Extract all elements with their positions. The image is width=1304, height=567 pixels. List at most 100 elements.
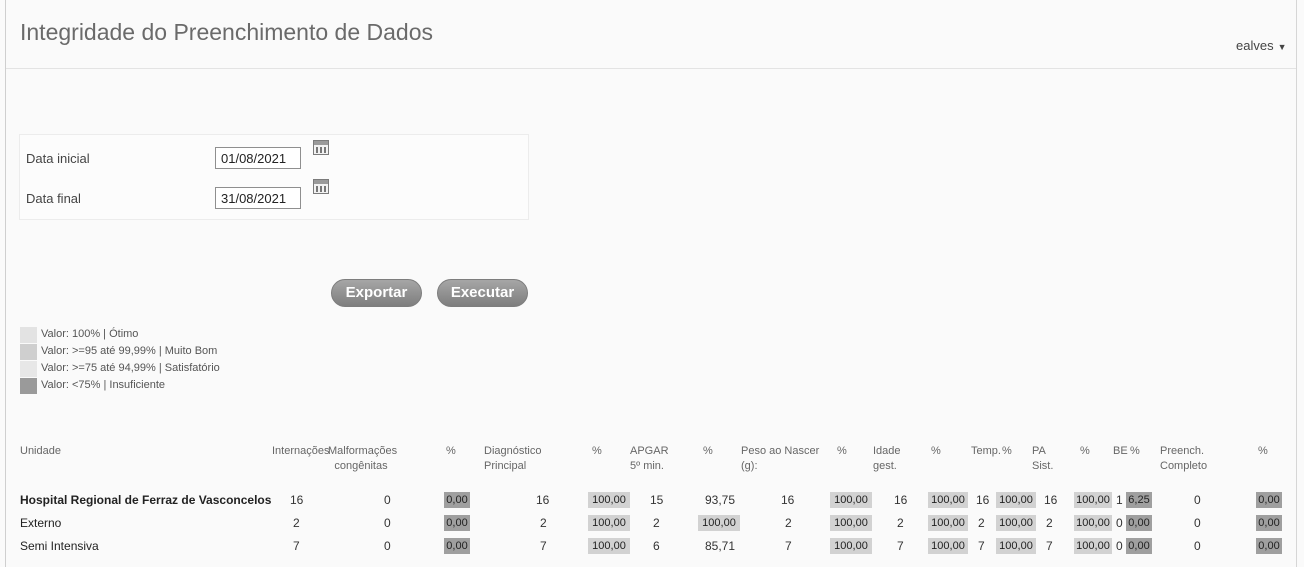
table-pct-cell: 0,00 xyxy=(1126,515,1152,531)
col-header-pct: % xyxy=(592,445,602,457)
table-pct-cell: 0,00 xyxy=(444,492,470,508)
page-frame-left xyxy=(5,0,6,567)
table-pct-cell: 100,00 xyxy=(1074,515,1112,531)
table-pct-cell: 0,00 xyxy=(444,538,470,554)
table-cell: 16 xyxy=(894,493,908,507)
table-cell: 0 xyxy=(1194,493,1201,507)
table-cell: 16 xyxy=(781,493,795,507)
table-cell: 16 xyxy=(1044,493,1058,507)
date-filter-panel: Data inicial Data final xyxy=(19,134,529,220)
table-cell: 2 xyxy=(653,516,660,530)
col-header-unidade: Unidade xyxy=(20,445,61,457)
start-date-input[interactable] xyxy=(215,147,301,169)
table-cell: 0 xyxy=(1116,539,1123,553)
row-label-hospital: Hospital Regional de Ferraz de Vasconcel… xyxy=(20,493,272,507)
col-header-diagnostico: Diagnóstico Principal xyxy=(484,445,542,472)
table-pct-cell: 100,00 xyxy=(1074,538,1112,554)
col-header-pct: % xyxy=(1130,445,1140,457)
table-cell: 85,71 xyxy=(705,539,736,553)
col-header-pct: % xyxy=(1258,445,1268,457)
table-cell: 0 xyxy=(1116,516,1123,530)
table-cell: 0 xyxy=(384,539,391,553)
table-pct-cell: 0,00 xyxy=(1256,515,1282,531)
table-cell: 93,75 xyxy=(705,493,736,507)
table-cell: 16 xyxy=(536,493,550,507)
row-label-semi-intensiva: Semi Intensiva xyxy=(20,539,99,553)
table-cell: 7 xyxy=(785,539,792,553)
table-cell: 16 xyxy=(976,493,990,507)
col-header-pa: PA Sist. xyxy=(1032,445,1054,472)
table-pct-cell: 100,00 xyxy=(588,492,630,508)
table-pct-cell: 100,00 xyxy=(996,492,1036,508)
legend-swatch-muito-bom xyxy=(20,344,37,360)
table-pct-cell: 0,00 xyxy=(444,515,470,531)
table-cell: 0 xyxy=(384,516,391,530)
table-cell: 0 xyxy=(1194,539,1201,553)
execute-button[interactable]: Executar xyxy=(437,279,528,307)
table-cell: 6 xyxy=(653,539,660,553)
page-title: Integridade do Preenchimento de Dados xyxy=(20,19,434,45)
table-pct-cell: 100,00 xyxy=(830,538,872,554)
page-frame-right xyxy=(1296,0,1297,567)
col-header-peso: Peso ao Nascer (g): xyxy=(741,445,820,472)
legend-swatch-otimo xyxy=(20,327,37,343)
legend-swatch-insuficiente xyxy=(20,378,37,394)
table-cell: 7 xyxy=(540,539,547,553)
chevron-down-icon: ▼ xyxy=(1277,42,1287,52)
row-label-externo: Externo xyxy=(20,516,62,530)
table-cell: 2 xyxy=(897,516,904,530)
integrity-table: Unidade Internações Malformações congêni… xyxy=(0,0,1304,567)
table-cell: 2 xyxy=(293,516,300,530)
table-pct-cell: 100,00 xyxy=(698,515,740,531)
col-header-pct: % xyxy=(703,445,713,457)
end-date-input[interactable] xyxy=(215,187,301,209)
col-header-pct: % xyxy=(837,445,847,457)
table-pct-cell: 100,00 xyxy=(928,492,968,508)
table-pct-cell: 100,00 xyxy=(588,515,630,531)
table-pct-cell: 100,00 xyxy=(996,515,1036,531)
col-header-temp: Temp. xyxy=(971,445,1001,457)
table-cell: 2 xyxy=(1046,516,1053,530)
table-pct-cell: 100,00 xyxy=(928,515,968,531)
table-pct-cell: 0,00 xyxy=(1126,538,1152,554)
end-date-label: Data final xyxy=(26,191,81,206)
col-header-preench: Preench. Completo xyxy=(1160,445,1208,472)
col-header-pct: % xyxy=(931,445,941,457)
table-cell: 2 xyxy=(785,516,792,530)
table-cell: 0 xyxy=(384,493,391,507)
col-header-malformacoes: Malformações congênitas xyxy=(328,445,398,472)
table-cell: 2 xyxy=(978,516,985,530)
user-menu[interactable]: ealves ▼ xyxy=(1236,38,1287,53)
table-pct-cell: 6,25 xyxy=(1126,492,1152,508)
col-header-pct: % xyxy=(446,445,456,457)
col-header-pct: % xyxy=(1080,445,1090,457)
legend-swatch-satisfatorio xyxy=(20,361,37,377)
calendar-icon[interactable] xyxy=(313,140,329,155)
table-pct-cell: 100,00 xyxy=(830,515,872,531)
col-header-pct: % xyxy=(1002,445,1012,457)
col-header-be: BE xyxy=(1113,445,1128,457)
col-header-apgar: APGAR 5º min. xyxy=(630,445,669,472)
table-cell: 7 xyxy=(1046,539,1053,553)
table-cell: 1 xyxy=(1116,493,1123,507)
table-pct-cell: 100,00 xyxy=(588,538,630,554)
calendar-icon[interactable] xyxy=(313,179,329,194)
table-pct-cell: 0,00 xyxy=(1256,538,1282,554)
table-cell: 15 xyxy=(650,493,664,507)
col-header-internacoes: Internações xyxy=(272,445,330,457)
table-cell: 0 xyxy=(1194,516,1201,530)
table-cell: 7 xyxy=(293,539,300,553)
table-cell: 2 xyxy=(540,516,547,530)
col-header-idade: Idade gest. xyxy=(873,445,901,472)
export-button[interactable]: Exportar xyxy=(331,279,422,307)
table-cell: 7 xyxy=(897,539,904,553)
start-date-label: Data inicial xyxy=(26,151,90,166)
user-name: ealves xyxy=(1236,38,1274,53)
table-pct-cell: 100,00 xyxy=(996,538,1036,554)
table-pct-cell: 0,00 xyxy=(1256,492,1282,508)
table-pct-cell: 100,00 xyxy=(1074,492,1112,508)
title-divider xyxy=(6,68,1296,69)
table-cell: 7 xyxy=(978,539,985,553)
table-pct-cell: 100,00 xyxy=(928,538,968,554)
table-pct-cell: 100,00 xyxy=(830,492,872,508)
